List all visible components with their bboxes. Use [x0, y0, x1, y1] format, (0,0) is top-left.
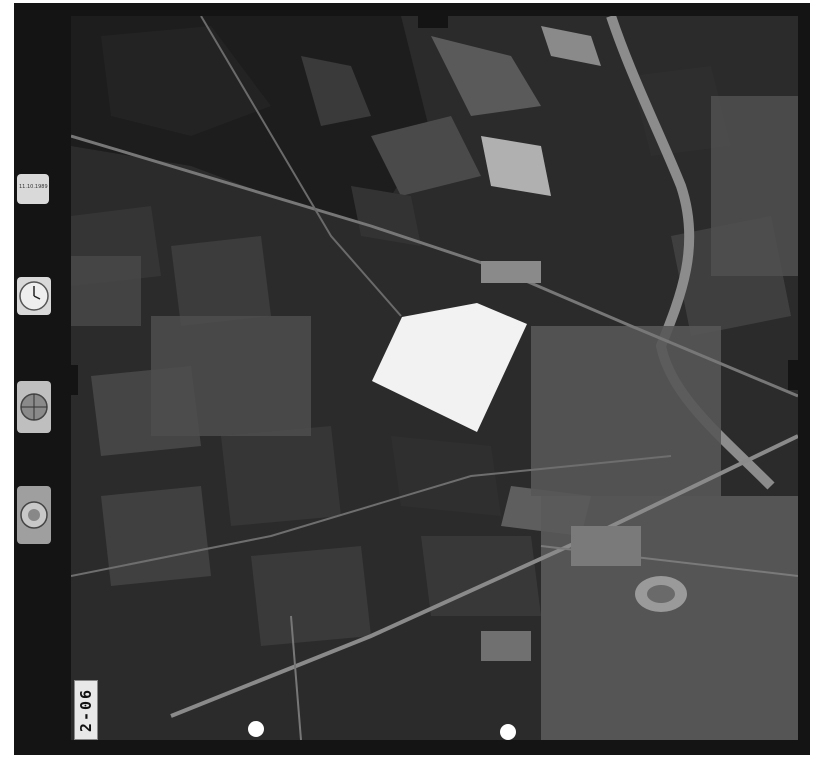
- industrial-block: [481, 261, 541, 283]
- registration-hole: [500, 724, 516, 740]
- frame-number-text: 2-06: [77, 687, 95, 733]
- field-patch: [251, 546, 371, 646]
- altimeter-icon: [17, 486, 51, 544]
- registration-hole: [248, 721, 264, 737]
- frame-number-label: 2-06: [74, 680, 98, 740]
- town-area: [711, 96, 798, 276]
- town-area: [151, 316, 311, 436]
- aerial-photograph: [71, 16, 798, 740]
- field-patch: [171, 236, 271, 326]
- field-patch: [101, 486, 211, 586]
- date-counter: 11.10.1989: [17, 174, 49, 204]
- instrument-panel: 11.10.1989: [14, 3, 71, 755]
- right-notch: [788, 360, 810, 390]
- industrial-block: [571, 526, 641, 566]
- town-area: [71, 256, 141, 326]
- industrial-block: [481, 631, 531, 661]
- aerial-terrain: [71, 16, 798, 740]
- field-patch: [221, 426, 341, 526]
- clock-icon: [17, 277, 51, 315]
- bubble-level-icon: [17, 381, 51, 433]
- top-notch: [418, 14, 448, 28]
- date-counter-text: 11.10.1989: [19, 184, 48, 190]
- field-patch: [391, 436, 501, 516]
